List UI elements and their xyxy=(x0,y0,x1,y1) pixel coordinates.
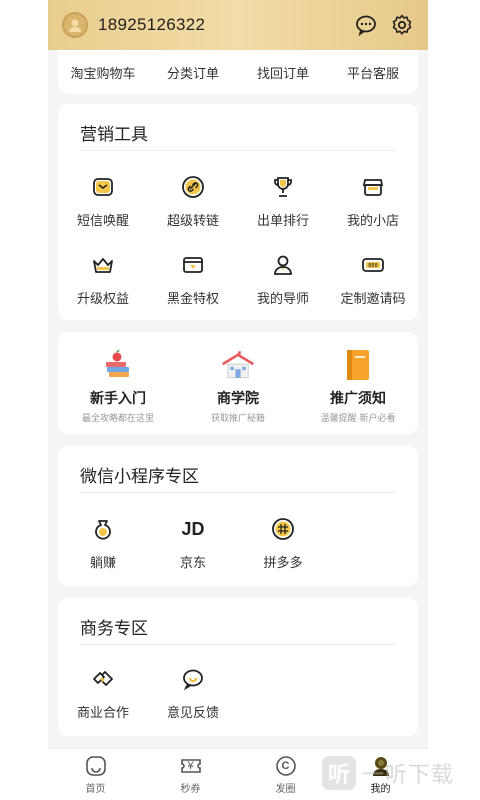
order-customer-service[interactable]: 平台客服 xyxy=(328,63,418,82)
svg-text:888: 888 xyxy=(368,263,378,269)
tool-custom-invite-code[interactable]: 888 定制邀请码 xyxy=(328,252,418,307)
tool-label: 黑金特权 xyxy=(166,291,219,306)
share-glyph: C xyxy=(281,759,290,772)
order-shortcuts: 淘宝购物车 分类订单 找回订单 平台客服 xyxy=(58,50,418,94)
business-label: 意见反馈 xyxy=(166,705,219,720)
tool-my-mentor[interactable]: 我的导师 xyxy=(238,252,328,307)
mini-label: 拼多多 xyxy=(263,555,303,570)
order-category[interactable]: 分类订单 xyxy=(148,63,238,82)
books-icon xyxy=(101,348,135,382)
phone-number: 18925126322 xyxy=(98,15,206,34)
gear-icon[interactable] xyxy=(390,13,414,37)
tab-coupons[interactable]: ¥ 秒券 xyxy=(143,749,238,800)
money-bag-icon xyxy=(90,516,116,542)
guide-promotion-notice[interactable]: 推广须知 温馨提醒·新户必看 xyxy=(298,348,418,424)
tool-label: 我的导师 xyxy=(256,291,309,306)
guide-business-school[interactable]: 商学院 获取推广秘籍 xyxy=(178,348,298,424)
trophy-icon xyxy=(270,174,296,200)
tab-label: 秒券 xyxy=(180,783,201,795)
divider xyxy=(80,492,396,493)
notebook-icon xyxy=(341,348,375,382)
tab-label: 发圈 xyxy=(275,783,296,795)
tool-sms-wakeup[interactable]: 短信唤醒 xyxy=(58,174,148,229)
divider xyxy=(80,150,396,151)
guide-subtitle: 获取推广秘籍 xyxy=(210,413,265,423)
business-label: 商业合作 xyxy=(76,705,129,720)
guide-beginner[interactable]: 新手入门 最全攻略都在这里 xyxy=(58,348,178,424)
tab-home[interactable]: 首页 xyxy=(48,749,143,800)
tool-super-link[interactable]: 超级转链 xyxy=(148,174,238,229)
tool-upgrade-benefits[interactable]: 升级权益 xyxy=(58,252,148,307)
marketing-tools-card: 营销工具 短信唤醒 超级转链 出单排行 我的小店 升级权益 黑金特权 我的导师 … xyxy=(58,104,418,320)
guide-subtitle: 最全攻略都在这里 xyxy=(81,413,154,423)
tab-label: 首页 xyxy=(85,783,106,795)
mini-label: 躺赚 xyxy=(89,555,116,570)
watermark-logo: 听 一听下载 xyxy=(322,756,454,790)
chat-icon[interactable] xyxy=(354,13,378,37)
guide-title: 新手入门 xyxy=(90,390,146,406)
mentor-icon xyxy=(270,252,296,278)
watermark-text: 一听下载 xyxy=(362,762,455,787)
crown-icon xyxy=(90,252,116,278)
order-retrieve[interactable]: 找回订单 xyxy=(238,63,328,82)
jd-icon: JD xyxy=(180,516,206,542)
app-screen: 18925126322 淘宝购物车 分类订单 找回订单 平台客服 营销工具 短信… xyxy=(48,0,428,800)
business-cooperation[interactable]: 商业合作 xyxy=(58,666,148,721)
watermark-badge: 听 xyxy=(322,756,356,790)
wechat-miniprogram-card: 微信小程序专区 躺赚 JD 京东 拼多多 xyxy=(58,446,418,586)
guides-card: 新手入门 最全攻略都在这里 商学院 获取推广秘籍 推广须知 温馨提醒·新户必看 xyxy=(58,332,418,434)
shop-icon xyxy=(360,174,386,200)
tool-black-gold[interactable]: 黑金特权 xyxy=(148,252,238,307)
tool-label: 出单排行 xyxy=(256,213,309,228)
tool-label: 我的小店 xyxy=(346,213,399,228)
mini-jd[interactable]: JD 京东 xyxy=(148,516,238,571)
coupon-glyph: ¥ xyxy=(187,759,194,772)
tool-label: 定制邀请码 xyxy=(340,291,406,306)
pdd-icon xyxy=(270,516,296,542)
avatar[interactable] xyxy=(62,12,88,38)
code-icon: 888 xyxy=(360,252,386,278)
school-icon xyxy=(221,348,255,382)
mini-lie-earn[interactable]: 躺赚 xyxy=(58,516,148,571)
guide-title: 商学院 xyxy=(217,390,259,406)
tool-label: 升级权益 xyxy=(76,291,129,306)
feedback-icon xyxy=(180,666,206,692)
mini-pinduoduo[interactable]: 拼多多 xyxy=(238,516,328,571)
guide-title: 推广须知 xyxy=(330,390,386,406)
divider xyxy=(80,644,396,645)
business-card: 商务专区 商业合作 意见反馈 xyxy=(58,598,418,736)
mini-label: 京东 xyxy=(179,555,206,570)
order-taobao-cart[interactable]: 淘宝购物车 xyxy=(58,63,148,82)
business-feedback[interactable]: 意见反馈 xyxy=(148,666,238,721)
tool-order-ranking[interactable]: 出单排行 xyxy=(238,174,328,229)
card-icon xyxy=(180,252,206,278)
section-title: 商务专区 xyxy=(80,619,148,638)
profile-header: 18925126322 xyxy=(48,0,428,50)
link-icon xyxy=(180,174,206,200)
guide-subtitle: 温馨提醒·新户必看 xyxy=(320,413,396,423)
sms-icon xyxy=(90,174,116,200)
home-icon xyxy=(85,755,107,777)
tool-my-shop[interactable]: 我的小店 xyxy=(328,174,418,229)
tab-share[interactable]: C 发圈 xyxy=(238,749,333,800)
handshake-icon xyxy=(90,666,116,692)
tool-label: 超级转链 xyxy=(166,213,219,228)
share-icon: C xyxy=(275,755,297,777)
coupon-icon: ¥ xyxy=(180,755,202,777)
section-title: 营销工具 xyxy=(80,125,148,144)
tool-label: 短信唤醒 xyxy=(76,213,129,228)
section-title: 微信小程序专区 xyxy=(80,467,199,486)
jd-glyph: JD xyxy=(181,518,205,539)
